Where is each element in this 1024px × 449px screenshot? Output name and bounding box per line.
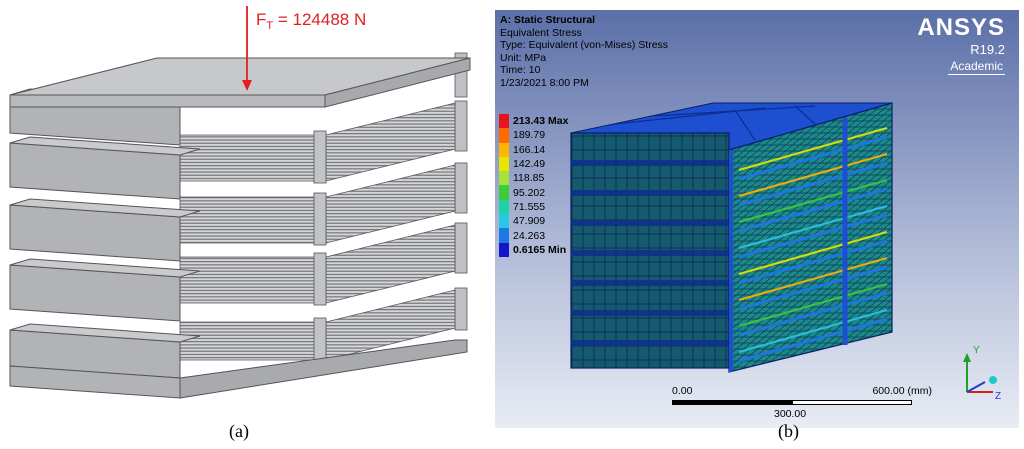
legend-swatch (499, 171, 509, 186)
caption-a: (a) (229, 421, 249, 441)
ansys-brand: ANSYS R19.2 Academic (917, 14, 1005, 75)
legend-swatch (499, 128, 509, 143)
result-line-3: Unit: MPa (500, 51, 547, 64)
stress-legend: 213.43 Max 189.79 166.14 142.49 118.85 95.202… (499, 114, 568, 257)
legend-row: 0.6165 Min (499, 242, 568, 257)
panel-b: Y Z A: Static Structural Equivalent Stre… (495, 0, 1024, 444)
force-label-main: F (256, 10, 266, 29)
legend-label: 142.49 (513, 158, 546, 171)
force-label-value: = 124488 N (273, 10, 366, 29)
legend-row: 95.202 (499, 185, 568, 200)
legend-row: 189.79 (499, 128, 568, 143)
legend-row: 24.263 (499, 228, 568, 243)
top-plate (9, 57, 471, 108)
triad-y-label: Y (973, 345, 980, 356)
scale-bar-black (672, 400, 792, 405)
scale-middle-label: 300.00 (774, 408, 807, 420)
legend-swatch (499, 114, 509, 129)
legend-row: 166.14 (499, 142, 568, 157)
legend-swatch (499, 214, 509, 229)
result-line-5: 1/23/2021 8:00 PM (500, 76, 589, 89)
legend-swatch (499, 228, 509, 243)
ansys-version: R19.2 (970, 42, 1005, 57)
triad-z-label: Z (995, 391, 1001, 402)
legend-swatch (499, 156, 509, 172)
legend-label: 47.909 (513, 215, 546, 228)
stack-geometry-drawing: FT = 124488 N (9, 6, 471, 399)
panel-a: FT = 124488 N (a) (0, 0, 490, 444)
ansys-edition: Academic (948, 59, 1005, 75)
result-line-1: Equivalent Stress (500, 26, 582, 39)
legend-label: 189.79 (513, 129, 546, 142)
legend-swatch (499, 142, 509, 157)
result-title: A: Static Structural (500, 14, 596, 26)
result-header: A: Static Structural Equivalent Stress T… (500, 14, 668, 90)
legend-label: 166.14 (513, 143, 546, 156)
legend-row: 142.49 (499, 156, 568, 172)
caption-b: (b) (778, 421, 799, 441)
legend-swatch (499, 199, 509, 215)
result-line-2: Type: Equivalent (von-Mises) Stress (500, 39, 669, 52)
legend-row: 213.43 Max (499, 114, 569, 129)
result-line-4: Time: 10 (500, 64, 541, 77)
legend-swatch (499, 185, 509, 200)
legend-label: 0.6165 Min (513, 243, 567, 256)
ansys-viewport: Y Z A: Static Structural Equivalent Stre… (495, 10, 1019, 428)
force-label: FT = 124488 N (256, 10, 366, 32)
legend-row: 118.85 (499, 171, 568, 186)
legend-label: 213.43 Max (513, 115, 569, 128)
legend-swatch (499, 242, 509, 257)
scale-right-label: 600.00 (mm) (872, 385, 932, 397)
legend-row: 71.555 (499, 199, 568, 215)
scale-bar: 0.00 600.00 (mm) 300.00 (672, 385, 932, 425)
axis-triad: Y Z (963, 345, 1001, 402)
legend-label: 24.263 (513, 229, 546, 242)
stack-right-side (454, 52, 468, 331)
scale-bar-white (792, 400, 912, 405)
scale-left-label: 0.00 (672, 385, 693, 397)
cell-layers (9, 88, 468, 399)
ansys-logo: ANSYS (917, 14, 1005, 41)
legend-label: 118.85 (513, 172, 545, 185)
legend-label: 71.555 (513, 200, 546, 213)
legend-label: 95.202 (513, 186, 546, 199)
legend-row: 47.909 (499, 214, 568, 229)
